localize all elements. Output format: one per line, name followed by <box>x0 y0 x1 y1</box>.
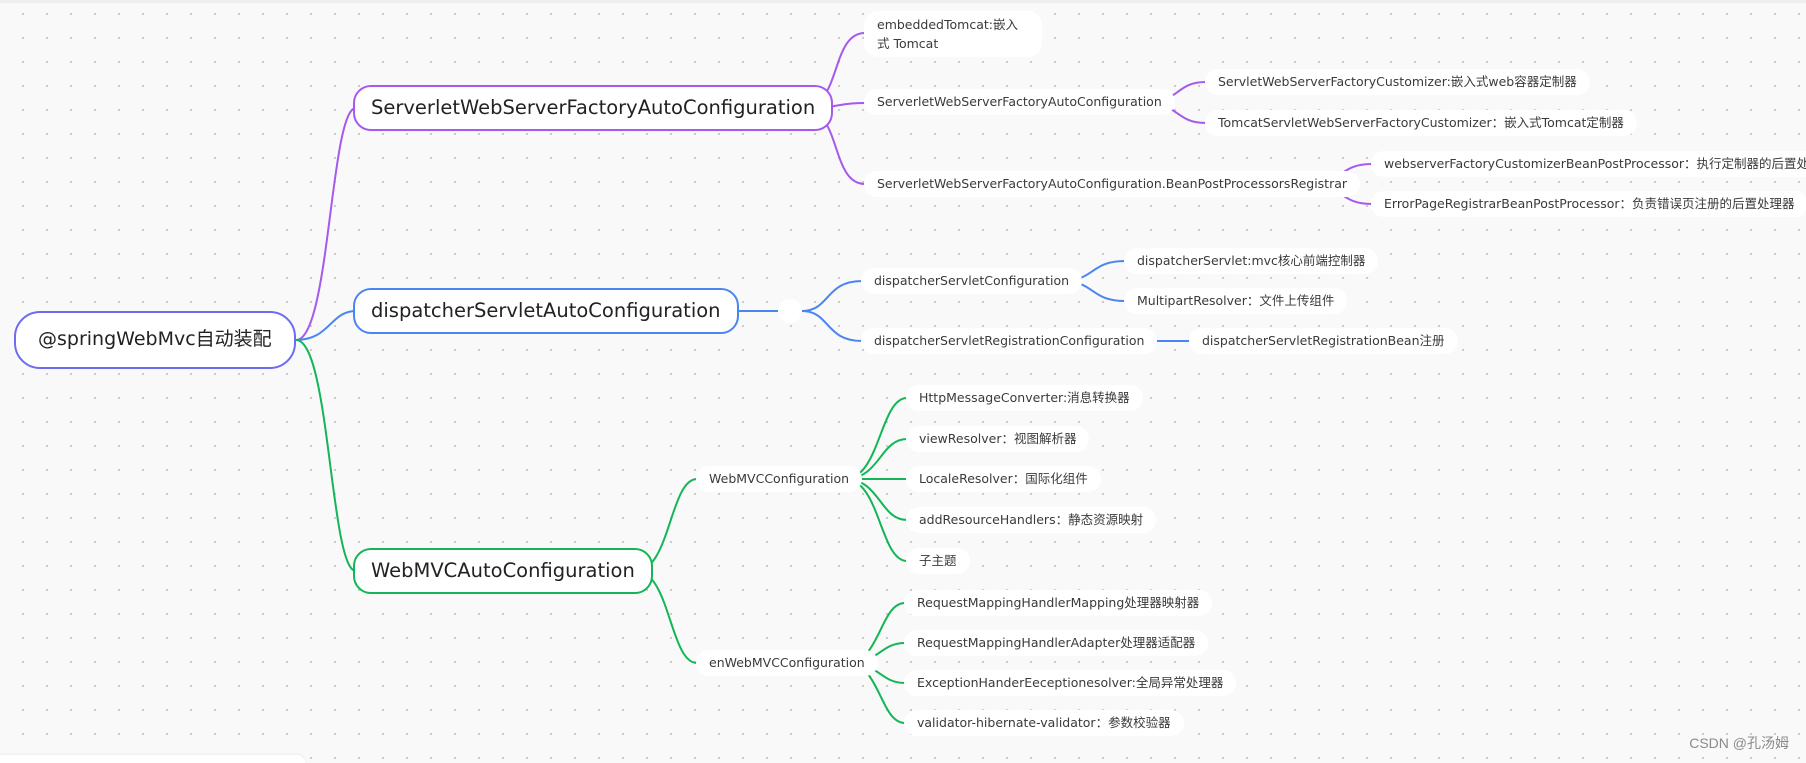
node-multipart-resolver[interactable]: MultipartResolver：文件上传组件 <box>1124 288 1348 314</box>
node-label: validator-hibernate-validator：参数校验器 <box>917 715 1171 730</box>
node-label: dispatcherServlet:mvc核心前端控制器 <box>1137 253 1366 268</box>
node-label: LocaleResolver：国际化组件 <box>919 471 1088 486</box>
node-label: ServerletWebServerFactoryAutoConfigurati… <box>877 176 1348 191</box>
watermark: CSDN @孔汤姆 <box>1689 735 1789 751</box>
root-label: @springWebMvc自动装配 <box>38 328 272 350</box>
node-label: HttpMessageConverter:消息转换器 <box>919 390 1130 405</box>
edge-junction-to-registration <box>801 310 863 342</box>
node-label: dispatcherServletRegistrationConfigurati… <box>874 333 1145 348</box>
node-label: TomcatServletWebServerFactoryCustomizer：… <box>1218 115 1624 130</box>
edge-webmvcconfig-to-subtopic <box>844 478 908 562</box>
branch-label: dispatcherServletAutoConfiguration <box>371 299 721 322</box>
root-node[interactable]: @springWebMvc自动装配 <box>14 311 296 369</box>
node-webmvc-configuration[interactable]: WebMVCConfiguration <box>696 466 863 492</box>
node-label: MultipartResolver：文件上传组件 <box>1137 293 1335 308</box>
edge-root-to-serverlet <box>295 107 357 341</box>
node-http-message-converter[interactable]: HttpMessageConverter:消息转换器 <box>906 385 1143 411</box>
node-label: WebMVCConfiguration <box>709 471 850 486</box>
node-tomcat-customizer[interactable]: TomcatServletWebServerFactoryCustomizer：… <box>1205 110 1637 136</box>
node-dispatcher-config[interactable]: dispatcherServletConfiguration <box>861 268 1083 294</box>
node-dispatcher-registration-config[interactable]: dispatcherServletRegistrationConfigurati… <box>861 328 1158 354</box>
node-embedded-tomcat[interactable]: embeddedTomcat:嵌入式 Tomcat <box>864 11 1042 57</box>
node-label: 子主题 <box>919 553 957 568</box>
branch-webmvc[interactable]: WebMVCAutoConfiguration <box>353 548 653 594</box>
node-errorpage-postprocessor[interactable]: ErrorPageRegistrarBeanPostProcessor：负责错误… <box>1371 191 1806 217</box>
node-validator[interactable]: validator-hibernate-validator：参数校验器 <box>904 710 1184 736</box>
bottom-panel-edge <box>0 755 305 763</box>
branch-label: ServerletWebServerFactoryAutoConfigurati… <box>371 96 816 119</box>
node-label: embeddedTomcat:嵌入式 Tomcat <box>877 17 1018 51</box>
node-serverlet-autoconfig[interactable]: ServerletWebServerFactoryAutoConfigurati… <box>864 89 1175 115</box>
edge-root-to-dispatcher <box>295 310 357 341</box>
node-label: webserverFactoryCustomizerBeanPostProces… <box>1384 156 1806 171</box>
node-label: ErrorPageRegistrarBeanPostProcessor：负责错误… <box>1384 196 1795 211</box>
node-enwebmvc-configuration[interactable]: enWebMVCConfiguration <box>696 650 878 676</box>
edge-root-to-webmvc <box>295 339 357 572</box>
node-label: ServletWebServerFactoryCustomizer:嵌入式web… <box>1218 74 1577 89</box>
node-handler-adapter[interactable]: RequestMappingHandlerAdapter处理器适配器 <box>904 630 1209 656</box>
branch-dispatcher-servlet[interactable]: dispatcherServletAutoConfiguration <box>353 288 739 334</box>
node-label: ServerletWebServerFactoryAutoConfigurati… <box>877 94 1162 109</box>
node-customizer-postprocessor[interactable]: webserverFactoryCustomizerBeanPostProces… <box>1371 151 1806 177</box>
node-label: RequestMappingHandlerMapping处理器映射器 <box>917 595 1200 610</box>
branch-label: WebMVCAutoConfiguration <box>371 559 635 582</box>
node-add-resource-handlers[interactable]: addResourceHandlers：静态资源映射 <box>906 507 1157 533</box>
node-handler-mapping[interactable]: RequestMappingHandlerMapping处理器映射器 <box>904 590 1213 616</box>
node-label: addResourceHandlers：静态资源映射 <box>919 512 1144 527</box>
node-label: enWebMVCConfiguration <box>709 655 865 670</box>
node-label: viewResolver：视图解析器 <box>919 431 1077 446</box>
node-view-resolver[interactable]: viewResolver：视图解析器 <box>906 426 1090 452</box>
node-locale-resolver[interactable]: LocaleResolver：国际化组件 <box>906 466 1101 492</box>
edge-junction-to-config <box>801 280 863 312</box>
node-subtopic[interactable]: 子主题 <box>906 548 970 574</box>
collapsed-junction-dot[interactable] <box>778 299 802 323</box>
node-beanpostprocessors-registrar[interactable]: ServerletWebServerFactoryAutoConfigurati… <box>864 171 1361 197</box>
node-label: dispatcherServletRegistrationBean注册 <box>1202 333 1445 348</box>
node-label: dispatcherServletConfiguration <box>874 273 1070 288</box>
branch-serverlet-webserver-factory[interactable]: ServerletWebServerFactoryAutoConfigurati… <box>353 85 834 131</box>
node-label: ExceptionHanderEeceptionesolver:全局异常处理器 <box>917 675 1224 690</box>
node-servlet-webserver-customizer[interactable]: ServletWebServerFactoryCustomizer:嵌入式web… <box>1205 69 1590 95</box>
node-dispatcher-servlet[interactable]: dispatcherServlet:mvc核心前端控制器 <box>1124 248 1379 274</box>
node-exception-resolver[interactable]: ExceptionHanderEeceptionesolver:全局异常处理器 <box>904 670 1237 696</box>
node-registration-bean[interactable]: dispatcherServletRegistrationBean注册 <box>1189 328 1458 354</box>
node-label: RequestMappingHandlerAdapter处理器适配器 <box>917 635 1196 650</box>
